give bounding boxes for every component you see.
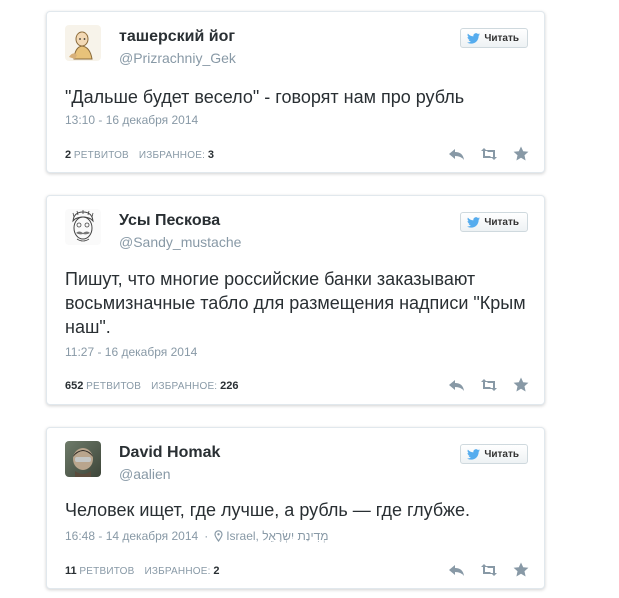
favorites-label: ИЗБРАННОЕ: [151, 381, 218, 392]
favorites-count[interactable]: 3 [208, 149, 214, 161]
tweet-text: "Дальше будет весело" - говорят нам про … [65, 87, 465, 107]
tweet-stats: 652 РЕТВИТОВ ИЗБРАННОЕ: 226 [65, 380, 238, 392]
tweet-stats: 2 РЕТВИТОВ ИЗБРАННОЕ: 3 [65, 149, 214, 161]
author-name[interactable]: David Homak [119, 444, 220, 462]
tweet-meta: 16:48 - 14 декабря 2014 · Israel, מְדִינ… [65, 529, 329, 543]
reply-icon[interactable] [448, 561, 466, 579]
reply-icon[interactable] [448, 145, 466, 163]
timestamp[interactable]: 11:27 - 16 декабря 2014 [65, 345, 197, 359]
follow-button[interactable]: Читать [460, 444, 528, 464]
author-name[interactable]: ташерский йог [119, 28, 235, 46]
follow-button[interactable]: Читать [460, 28, 528, 48]
retweet-icon[interactable] [480, 145, 498, 163]
favorite-star-icon[interactable] [512, 376, 530, 394]
tweet-actions [448, 145, 530, 163]
cartoon-avatar-icon[interactable] [65, 25, 101, 61]
author-name[interactable]: Усы Пескова [119, 212, 220, 230]
twitter-bird-icon [467, 32, 481, 44]
photo-avatar-icon[interactable] [65, 441, 101, 477]
author-handle[interactable]: @Prizrachniy_Gek [119, 50, 236, 66]
location-text: Israel, מְדִינַת יִשְׂרָאֵל [226, 529, 329, 543]
favorite-star-icon[interactable] [512, 145, 530, 163]
timestamp[interactable]: 16:48 - 14 декабря 2014 [65, 529, 198, 543]
twitter-bird-icon [467, 216, 481, 228]
retweets-count[interactable]: 652 [65, 380, 83, 392]
tweet-meta: 13:10 - 16 декабря 2014 [65, 113, 198, 127]
follow-label: Читать [484, 448, 519, 460]
sketch-face-avatar-icon[interactable] [65, 209, 101, 245]
favorites-count[interactable]: 226 [220, 380, 238, 392]
author-handle[interactable]: @aalien [119, 466, 171, 482]
tweet-stats: 11 РЕТВИТОВ ИЗБРАННОЕ: 2 [65, 565, 219, 577]
retweets-count[interactable]: 11 [65, 565, 77, 577]
favorites-label: ИЗБРАННОЕ: [144, 566, 211, 577]
author-handle[interactable]: @Sandy_mustache [119, 234, 241, 250]
reply-icon[interactable] [448, 376, 466, 394]
twitter-bird-icon [467, 448, 481, 460]
tweet-actions [448, 376, 530, 394]
tweet-card: ташерский йог @Prizrachniy_Gek Читать "Д… [46, 11, 545, 173]
tweet-text: Человек ищет, где лучше, а рубль — где г… [65, 500, 471, 520]
follow-label: Читать [484, 32, 519, 44]
favorites-label: ИЗБРАННОЕ: [138, 150, 206, 161]
tweet-meta: 11:27 - 16 декабря 2014 [65, 345, 197, 359]
favorite-star-icon[interactable] [512, 561, 530, 579]
favorites-count[interactable]: 2 [213, 565, 219, 577]
timestamp[interactable]: 13:10 - 16 декабря 2014 [65, 113, 198, 127]
tweet-text: Пишут, что многие российские банки заказ… [65, 269, 526, 337]
retweets-label: РЕТВИТОВ [73, 150, 129, 161]
location-pin-icon [214, 530, 223, 542]
tweet-card: David Homak @aalien Читать Человек ищет,… [46, 427, 545, 589]
location[interactable]: Israel, מְדִינַת יִשְׂרָאֵל [214, 529, 328, 543]
retweets-label: РЕТВИТОВ [86, 381, 142, 392]
retweet-icon[interactable] [480, 376, 498, 394]
follow-button[interactable]: Читать [460, 212, 528, 232]
tweet-actions [448, 561, 530, 579]
follow-label: Читать [484, 216, 519, 228]
retweets-count[interactable]: 2 [65, 149, 71, 161]
tweet-card: Усы Пескова @Sandy_mustache Читать Пишут… [46, 195, 545, 405]
retweets-label: РЕТВИТОВ [79, 566, 135, 577]
retweet-icon[interactable] [480, 561, 498, 579]
